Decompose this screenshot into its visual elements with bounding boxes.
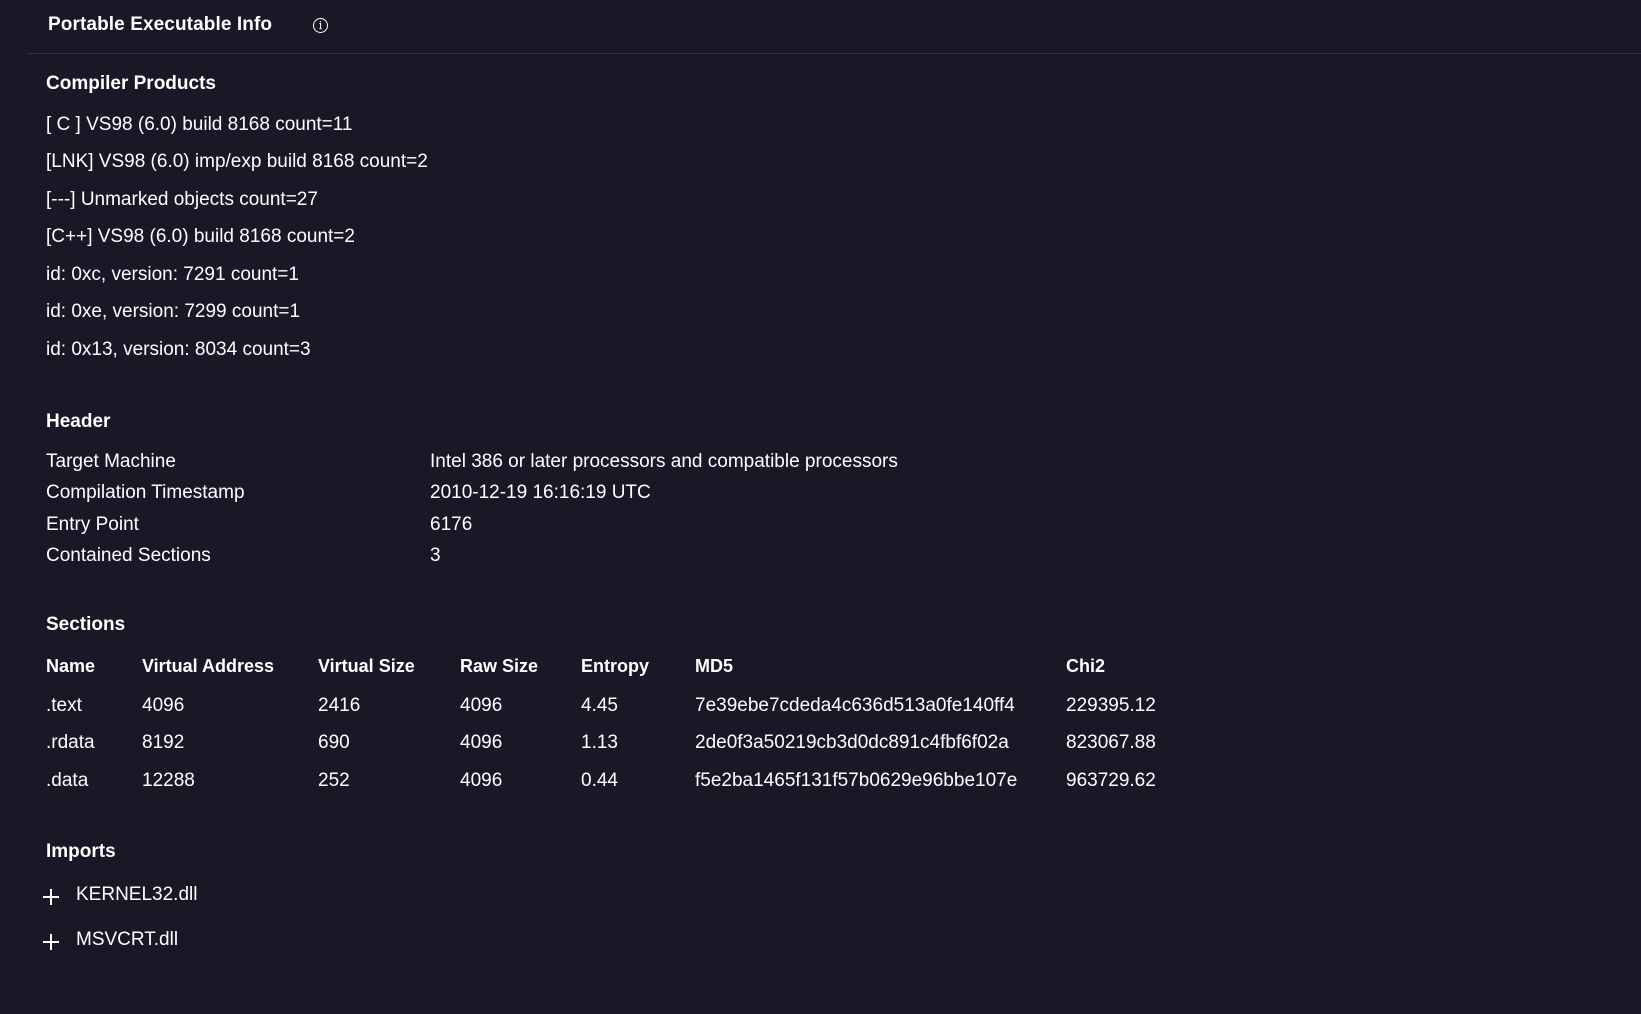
header-key-entry-point: Entry Point xyxy=(46,514,139,535)
compiler-product-item: id: 0xe, version: 7299 count=1 xyxy=(46,301,301,322)
section-md5: 7e39ebe7cdeda4c636d513a0fe140ff4 xyxy=(695,695,1015,716)
section-chi2: 229395.12 xyxy=(1066,695,1156,716)
section-virtual-size: 690 xyxy=(318,732,350,753)
plus-icon xyxy=(40,886,62,908)
section-md5: f5e2ba1465f131f57b0629e96bbe107e xyxy=(695,770,1018,791)
compiler-product-item: [C++] VS98 (6.0) build 8168 count=2 xyxy=(46,226,355,247)
plus-icon xyxy=(40,931,62,953)
column-header-entropy: Entropy xyxy=(581,656,650,676)
section-virtual-size: 252 xyxy=(318,770,350,791)
section-virtual-address: 8192 xyxy=(142,732,185,753)
header-value-target-machine: Intel 386 or later processors and compat… xyxy=(430,451,898,472)
header-value-entry-point: 6176 xyxy=(430,514,473,535)
info-icon[interactable]: i xyxy=(313,18,328,33)
compiler-product-item: [---] Unmarked objects count=27 xyxy=(46,189,318,210)
section-chi2: 963729.62 xyxy=(1066,770,1156,791)
compiler-product-item: id: 0x13, version: 8034 count=3 xyxy=(46,339,311,360)
section-raw-size: 4096 xyxy=(460,732,503,753)
column-header-md5: MD5 xyxy=(695,656,734,676)
sections-heading: Sections xyxy=(46,614,126,635)
section-entropy: 1.13 xyxy=(581,732,618,753)
compiler-product-item: [LNK] VS98 (6.0) imp/exp build 8168 coun… xyxy=(46,151,428,172)
column-header-name: Name xyxy=(46,656,96,676)
pe-info-panel: Portable Executable Info i Compiler Prod… xyxy=(0,0,1641,1014)
section-raw-size: 4096 xyxy=(460,695,503,716)
import-label: KERNEL32.dll xyxy=(76,884,198,905)
section-raw-size: 4096 xyxy=(460,770,503,791)
column-header-raw-size: Raw Size xyxy=(460,656,539,676)
panel-header: Portable Executable Info i xyxy=(27,0,1641,54)
panel-title: Portable Executable Info xyxy=(48,14,273,35)
section-chi2: 823067.88 xyxy=(1066,732,1156,753)
header-key-target-machine: Target Machine xyxy=(46,451,176,472)
header-heading: Header xyxy=(46,411,111,432)
import-label: MSVCRT.dll xyxy=(76,929,179,950)
header-value-compilation-timestamp: 2010-12-19 16:16:19 UTC xyxy=(430,482,651,503)
column-header-chi2: Chi2 xyxy=(1066,656,1106,676)
compiler-product-item: [ C ] VS98 (6.0) build 8168 count=11 xyxy=(46,114,353,135)
section-virtual-address: 4096 xyxy=(142,695,185,716)
section-entropy: 4.45 xyxy=(581,695,618,716)
section-name: .text xyxy=(46,695,82,716)
imports-heading: Imports xyxy=(46,841,116,862)
header-key-compilation-timestamp: Compilation Timestamp xyxy=(46,482,245,503)
header-value-contained-sections: 3 xyxy=(430,545,441,566)
compiler-product-item: id: 0xc, version: 7291 count=1 xyxy=(46,264,299,285)
column-header-virtual-size: Virtual Size xyxy=(318,656,415,676)
section-name: .data xyxy=(46,770,89,791)
section-entropy: 0.44 xyxy=(581,770,618,791)
compiler-products-heading: Compiler Products xyxy=(46,73,216,94)
column-header-virtual-address: Virtual Address xyxy=(142,656,275,676)
section-virtual-size: 2416 xyxy=(318,695,361,716)
header-key-contained-sections: Contained Sections xyxy=(46,545,211,566)
section-name: .rdata xyxy=(46,732,95,753)
section-md5: 2de0f3a50219cb3d0dc891c4fbf6f02a xyxy=(695,732,1009,753)
section-virtual-address: 12288 xyxy=(142,770,195,791)
